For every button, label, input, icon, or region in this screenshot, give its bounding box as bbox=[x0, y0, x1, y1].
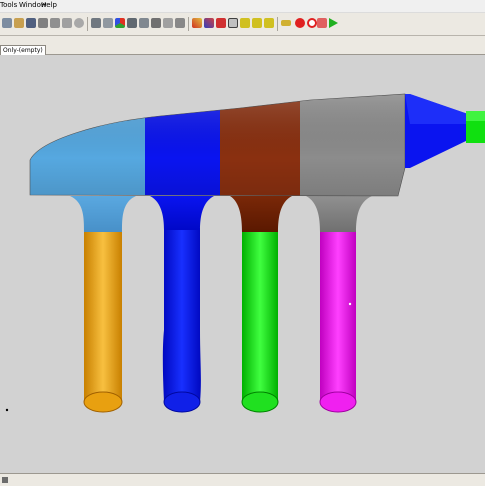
tab-only-empty[interactable]: Only-(empty) bbox=[0, 45, 46, 55]
runner-blue-end bbox=[163, 391, 201, 413]
runner-green-body bbox=[242, 230, 278, 402]
grid-icon[interactable] bbox=[317, 18, 327, 28]
3d-viewport[interactable] bbox=[0, 55, 485, 473]
copy-icon[interactable] bbox=[62, 18, 72, 28]
paste-icon[interactable] bbox=[74, 18, 84, 28]
runner-orange bbox=[83, 230, 123, 413]
arrow-left-icon[interactable] bbox=[240, 18, 250, 28]
arrow-right-icon[interactable] bbox=[252, 18, 262, 28]
color-map-icon[interactable] bbox=[163, 18, 173, 28]
rectangle-select-icon[interactable] bbox=[216, 18, 226, 28]
toolbar-separator bbox=[87, 17, 88, 31]
inlet-pipe-highlight bbox=[466, 111, 485, 121]
neck-light-blue bbox=[70, 196, 136, 232]
open-icon[interactable] bbox=[14, 18, 24, 28]
neck-brown bbox=[230, 196, 292, 232]
print-icon[interactable] bbox=[38, 18, 48, 28]
play-icon[interactable] bbox=[329, 18, 338, 28]
runner-magenta-body bbox=[320, 230, 356, 402]
inlet-cone-highlight bbox=[405, 94, 468, 124]
mesh-icon[interactable] bbox=[192, 18, 202, 28]
view-icon[interactable] bbox=[175, 18, 185, 28]
runner-magenta bbox=[319, 230, 357, 413]
key-icon[interactable] bbox=[281, 20, 291, 26]
toolbar bbox=[0, 13, 485, 36]
shaded-icon[interactable] bbox=[151, 18, 161, 28]
toolbar-separator bbox=[277, 17, 278, 31]
plenum-shading bbox=[30, 94, 405, 196]
new-icon[interactable] bbox=[2, 18, 12, 28]
menu-help[interactable]: Help bbox=[41, 1, 57, 9]
cut-icon[interactable] bbox=[50, 18, 60, 28]
stop-icon[interactable] bbox=[295, 18, 305, 28]
origin-point bbox=[5, 408, 9, 412]
plenum bbox=[30, 94, 405, 196]
manifold-model bbox=[5, 93, 485, 413]
arrow-up-icon[interactable] bbox=[264, 18, 274, 28]
runner-blue bbox=[162, 228, 201, 413]
tab-row: Only-(empty) bbox=[0, 36, 485, 55]
zoom-icon[interactable] bbox=[91, 18, 101, 28]
runner-orange-end bbox=[83, 391, 123, 413]
cursor-icon[interactable] bbox=[228, 18, 238, 28]
runner-orange-body bbox=[84, 230, 122, 402]
wireframe-icon[interactable] bbox=[139, 18, 149, 28]
pan-icon[interactable] bbox=[127, 18, 137, 28]
menu-tools[interactable]: Tools bbox=[0, 1, 17, 9]
status-bar bbox=[0, 473, 485, 486]
probe-point bbox=[348, 302, 352, 306]
runner-magenta-end bbox=[319, 391, 357, 413]
probe-icon[interactable] bbox=[204, 18, 214, 28]
runner-blue-body bbox=[162, 228, 201, 402]
neck-blue bbox=[150, 196, 214, 230]
fit-icon[interactable] bbox=[103, 18, 113, 28]
menu-bar: Tools Window Help bbox=[0, 0, 485, 13]
no-entry-icon[interactable] bbox=[307, 18, 317, 28]
runner-green bbox=[241, 230, 279, 413]
rotate-icon[interactable] bbox=[115, 18, 125, 28]
neck-gray bbox=[306, 196, 372, 232]
runner-green-end bbox=[241, 391, 279, 413]
status-indicator-icon bbox=[2, 477, 8, 483]
save-icon[interactable] bbox=[26, 18, 36, 28]
toolbar-separator bbox=[188, 17, 189, 31]
